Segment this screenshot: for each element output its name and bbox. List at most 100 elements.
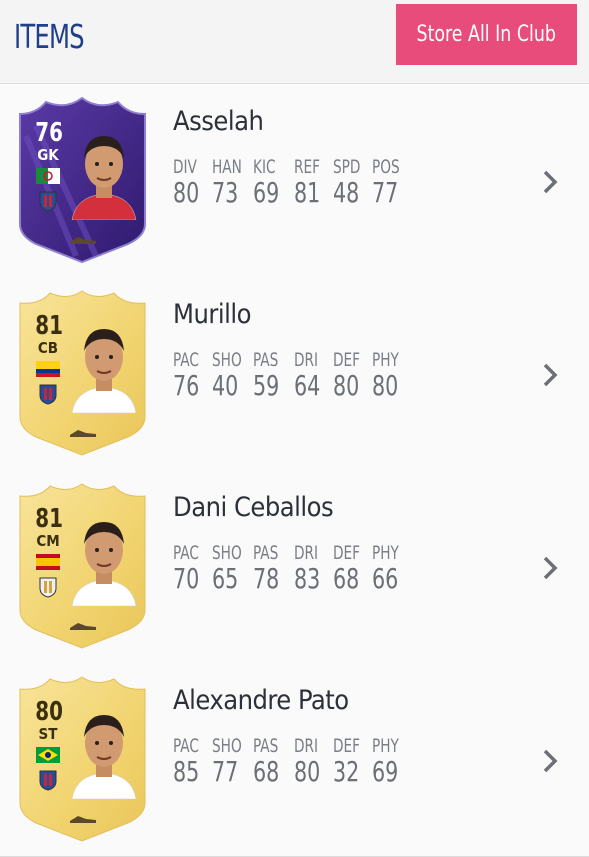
card-position: CM xyxy=(36,532,60,550)
stat: DRI 80 xyxy=(294,735,330,788)
stat-value: 80 xyxy=(294,755,321,788)
stat-value: 80 xyxy=(173,176,200,209)
stat: PAS 68 xyxy=(253,735,289,788)
stat-label: SHO xyxy=(212,542,242,564)
stat-label: DRI xyxy=(294,349,319,371)
stat-value: 81 xyxy=(294,176,321,209)
stat: PAC 70 xyxy=(173,542,209,595)
player-name: Alexandre Pato xyxy=(173,685,349,716)
stat-value: 78 xyxy=(253,562,280,595)
store-all-in-club-button[interactable]: Store All In Club xyxy=(396,4,577,65)
boot-icon xyxy=(70,816,96,823)
stat-value: 68 xyxy=(253,755,280,788)
player-item-row[interactable]: 80 ST Alexandre Pato PAC 85 SHO 77 PAS 68 DRI 80 DE… xyxy=(0,663,589,857)
stat: PHY 80 xyxy=(372,349,408,402)
stat: SHO 40 xyxy=(212,349,248,402)
stat-value: 76 xyxy=(173,369,200,402)
stat-value: 70 xyxy=(173,562,200,595)
player-name: Dani Ceballos xyxy=(173,492,334,523)
stat-value: 66 xyxy=(372,562,399,595)
stat-label: DRI xyxy=(294,542,319,564)
stat: POS 77 xyxy=(372,156,408,209)
real-madrid-crest xyxy=(39,577,57,598)
stat-value: 68 xyxy=(333,562,360,595)
stat-label: PHY xyxy=(372,349,399,371)
club-crest xyxy=(39,191,57,212)
stat-value: 77 xyxy=(372,176,399,209)
spain-flag xyxy=(36,554,60,570)
boot-icon xyxy=(70,430,96,437)
stat-label: PHY xyxy=(372,542,399,564)
stat: PAC 76 xyxy=(173,349,209,402)
stat-label: DRI xyxy=(294,735,319,757)
stat: PAS 78 xyxy=(253,542,289,595)
stat-value: 83 xyxy=(294,562,321,595)
stat-value: 40 xyxy=(212,369,239,402)
stat: DIV 80 xyxy=(173,156,209,209)
stat-label: DEF xyxy=(333,349,361,371)
barcelona-crest xyxy=(39,384,57,405)
stat-label: SPD xyxy=(333,156,361,178)
stat: KIC 69 xyxy=(253,156,289,209)
stat: DRI 83 xyxy=(294,542,330,595)
stat: HAN 73 xyxy=(212,156,248,209)
chevron-right-icon[interactable] xyxy=(540,748,560,774)
player-card: 80 ST xyxy=(16,675,149,843)
stat: DRI 64 xyxy=(294,349,330,402)
stat: DEF 80 xyxy=(333,349,369,402)
stat-value: 80 xyxy=(333,369,360,402)
stat-value: 73 xyxy=(212,176,239,209)
chevron-right-icon[interactable] xyxy=(540,362,560,388)
boot-icon xyxy=(70,237,96,244)
player-photo xyxy=(71,522,137,606)
store-all-in-club-label: Store All In Club xyxy=(416,22,557,47)
chevron-right-icon[interactable] xyxy=(540,555,560,581)
stat-label: PHY xyxy=(372,735,399,757)
stat-value: 59 xyxy=(253,369,280,402)
player-item-row[interactable]: 81 CB Murillo PAC 76 SHO 40 PAS 59 DRI 64 DEF 80 PHY 8… xyxy=(0,277,589,471)
player-photo xyxy=(71,329,137,413)
player-photo xyxy=(71,715,137,799)
header-bar: ITEMS Store All In Club xyxy=(0,0,589,84)
card-rating: 80 xyxy=(35,697,63,727)
stat-label: KIC xyxy=(253,156,276,178)
stat-value: 77 xyxy=(212,755,239,788)
card-rating: 81 xyxy=(35,504,63,534)
stat-label: PAS xyxy=(253,349,279,371)
boot-icon xyxy=(70,623,96,630)
stat: PHY 66 xyxy=(372,542,408,595)
stat-value: 69 xyxy=(372,755,399,788)
stat-label: PAC xyxy=(173,349,199,371)
stat-label: DEF xyxy=(333,542,361,564)
stat-label: PAS xyxy=(253,542,279,564)
stat-label: PAS xyxy=(253,735,279,757)
player-card: 76 GK xyxy=(16,96,149,264)
stat-label: SHO xyxy=(212,349,242,371)
stat: REF 81 xyxy=(294,156,330,209)
stat: SHO 65 xyxy=(212,542,248,595)
player-item-row[interactable]: 76 GK Asselah DIV 80 HAN 73 KIC 69 REF 81 SPD 48 POS 7… xyxy=(0,84,589,278)
card-position: ST xyxy=(38,725,58,743)
stat-label: DEF xyxy=(333,735,361,757)
stat-value: 48 xyxy=(333,176,360,209)
stat-value: 85 xyxy=(173,755,200,788)
card-position: CB xyxy=(37,339,59,357)
colombia-flag xyxy=(36,361,60,377)
stat-value: 65 xyxy=(212,562,239,595)
stat-label: SHO xyxy=(212,735,242,757)
stat-value: 80 xyxy=(372,369,399,402)
player-item-row[interactable]: 81 CM Dani Ceballos PAC 70 SHO 65 PAS 78 DRI 83 DEF… xyxy=(0,470,589,664)
player-name: Asselah xyxy=(173,106,264,137)
stat: PAC 85 xyxy=(173,735,209,788)
club-crest xyxy=(39,770,57,791)
card-rating: 81 xyxy=(35,311,63,341)
stat: SPD 48 xyxy=(333,156,369,209)
stat-label: PAC xyxy=(173,735,199,757)
player-card: 81 CB xyxy=(16,289,149,457)
stat-value: 64 xyxy=(294,369,321,402)
stat-label: DIV xyxy=(173,156,197,178)
stat: DEF 68 xyxy=(333,542,369,595)
stat: SHO 77 xyxy=(212,735,248,788)
chevron-right-icon[interactable] xyxy=(540,169,560,195)
player-card: 81 CM xyxy=(16,482,149,650)
